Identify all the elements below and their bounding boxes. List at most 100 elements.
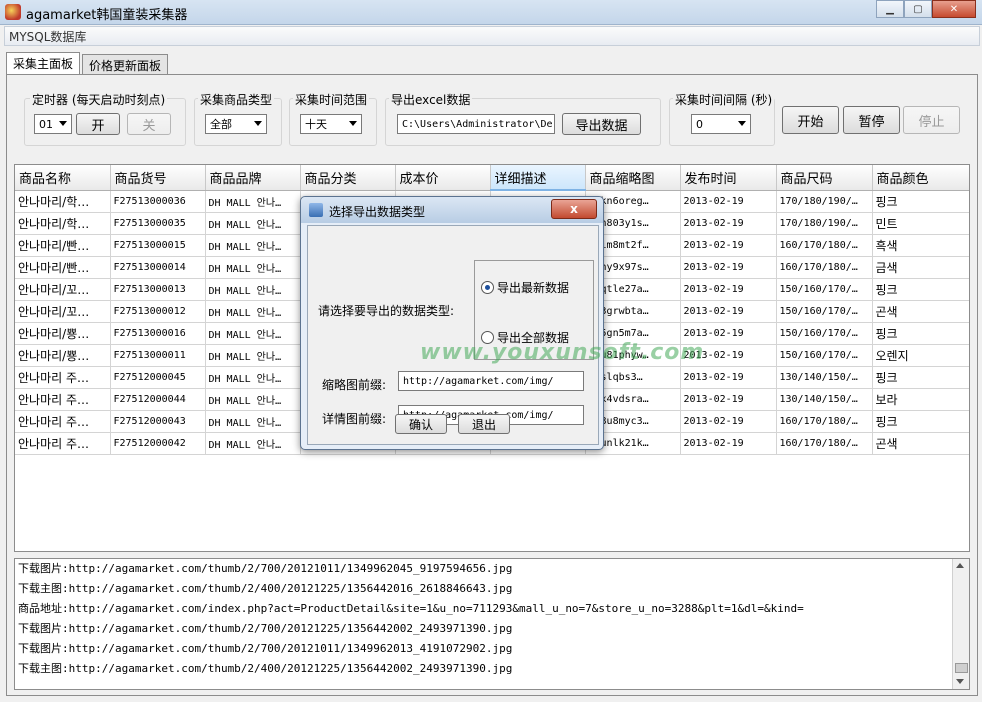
table-cell[interactable]: 150/160/170/… bbox=[776, 278, 873, 301]
menu-mysql-database[interactable]: MYSQL数据库 bbox=[9, 28, 86, 45]
thumb-prefix-input[interactable]: http://agamarket.com/img/ bbox=[398, 371, 584, 391]
timer-open-button[interactable]: 开 bbox=[76, 113, 120, 135]
table-cell[interactable]: 안나마리 주… bbox=[15, 432, 111, 455]
log-scrollbar[interactable] bbox=[952, 559, 969, 689]
table-cell[interactable]: DH MALL 안나… bbox=[205, 300, 301, 323]
table-cell[interactable]: F27513000016 bbox=[110, 322, 206, 345]
table-cell[interactable]: 150/160/170/… bbox=[776, 344, 873, 367]
column-header[interactable]: 商品货号 bbox=[110, 165, 206, 191]
table-cell[interactable]: DH MALL 안나… bbox=[205, 256, 301, 279]
table-cell[interactable]: 안나마리/뿅… bbox=[15, 322, 111, 345]
table-cell[interactable]: 안나마리 주… bbox=[15, 366, 111, 389]
start-button[interactable]: 开始 bbox=[782, 106, 839, 134]
timer-close-button[interactable]: 关 bbox=[127, 113, 171, 135]
stop-button[interactable]: 停止 bbox=[903, 106, 960, 134]
column-header[interactable]: 详细描述 bbox=[490, 165, 586, 191]
scroll-up-icon[interactable] bbox=[956, 563, 964, 568]
column-header[interactable]: 商品颜色 bbox=[872, 165, 969, 191]
table-cell[interactable]: DH MALL 안나… bbox=[205, 388, 301, 411]
table-cell[interactable]: 핑크 bbox=[872, 410, 969, 433]
table-cell[interactable]: F27512000042 bbox=[110, 432, 206, 455]
table-cell[interactable]: F27513000036 bbox=[110, 190, 206, 213]
table-cell[interactable]: 핑크 bbox=[872, 322, 969, 345]
table-cell[interactable]: 2013-02-19 bbox=[680, 212, 777, 235]
table-cell[interactable]: 곤색 bbox=[872, 432, 969, 455]
column-header[interactable]: 商品尺码 bbox=[776, 165, 873, 191]
table-cell[interactable]: F27512000045 bbox=[110, 366, 206, 389]
close-button[interactable]: ✕ bbox=[932, 0, 976, 18]
log-output[interactable]: 下载图片:http://agamarket.com/thumb/2/700/20… bbox=[14, 558, 970, 690]
timer-hour-select[interactable]: 01 bbox=[34, 114, 72, 134]
pause-button[interactable]: 暂停 bbox=[843, 106, 900, 134]
table-cell[interactable]: 160/170/180/… bbox=[776, 234, 873, 257]
table-cell[interactable]: DH MALL 안나… bbox=[205, 366, 301, 389]
table-cell[interactable]: F27513000015 bbox=[110, 234, 206, 257]
table-cell[interactable]: 오렌지 bbox=[872, 344, 969, 367]
table-cell[interactable]: DH MALL 안나… bbox=[205, 190, 301, 213]
table-cell[interactable]: 금색 bbox=[872, 256, 969, 279]
table-cell[interactable]: 170/180/190/… bbox=[776, 212, 873, 235]
table-cell[interactable]: DH MALL 안나… bbox=[205, 322, 301, 345]
table-cell[interactable]: 2013-02-19 bbox=[680, 300, 777, 323]
table-cell[interactable]: F27513000014 bbox=[110, 256, 206, 279]
dialog-ok-button[interactable]: 确认 bbox=[395, 414, 447, 434]
table-cell[interactable]: 안나마리 주… bbox=[15, 388, 111, 411]
table-cell[interactable]: DH MALL 안나… bbox=[205, 410, 301, 433]
table-cell[interactable]: 160/170/180/… bbox=[776, 256, 873, 279]
interval-select[interactable]: 0 bbox=[691, 114, 751, 134]
column-header[interactable]: 成本价 bbox=[395, 165, 491, 191]
export-data-button[interactable]: 导出数据 bbox=[562, 113, 641, 135]
column-header[interactable]: 商品名称 bbox=[15, 165, 111, 191]
product-type-select[interactable]: 全部 bbox=[205, 114, 267, 134]
table-cell[interactable]: 민트 bbox=[872, 212, 969, 235]
table-cell[interactable]: F27512000043 bbox=[110, 410, 206, 433]
option-latest-label[interactable]: 导出最新数据 bbox=[497, 279, 569, 296]
table-cell[interactable]: 2013-02-19 bbox=[680, 278, 777, 301]
radio-latest[interactable] bbox=[481, 281, 494, 294]
table-cell[interactable]: F27513000011 bbox=[110, 344, 206, 367]
table-cell[interactable]: 2013-02-19 bbox=[680, 432, 777, 455]
table-cell[interactable]: 핑크 bbox=[872, 190, 969, 213]
table-cell[interactable]: DH MALL 안나… bbox=[205, 344, 301, 367]
column-header[interactable]: 发布时间 bbox=[680, 165, 777, 191]
table-cell[interactable]: 안나마리/학… bbox=[15, 212, 111, 235]
table-cell[interactable]: 안나마리/빤… bbox=[15, 234, 111, 257]
table-cell[interactable]: 보라 bbox=[872, 388, 969, 411]
table-cell[interactable]: 안나마리/꼬… bbox=[15, 278, 111, 301]
table-cell[interactable]: 2013-02-19 bbox=[680, 366, 777, 389]
export-path-input[interactable]: C:\Users\Administrator\De bbox=[397, 114, 555, 134]
table-cell[interactable]: 안나마리/빤… bbox=[15, 256, 111, 279]
table-cell[interactable]: F27513000013 bbox=[110, 278, 206, 301]
table-cell[interactable]: 2013-02-19 bbox=[680, 256, 777, 279]
table-cell[interactable]: 안나마리/학… bbox=[15, 190, 111, 213]
table-cell[interactable]: DH MALL 안나… bbox=[205, 212, 301, 235]
scroll-thumb[interactable] bbox=[955, 663, 968, 673]
table-cell[interactable]: F27513000012 bbox=[110, 300, 206, 323]
table-cell[interactable]: 안나마리/뿅… bbox=[15, 344, 111, 367]
table-cell[interactable]: 핑크 bbox=[872, 366, 969, 389]
maximize-button[interactable]: ▢ bbox=[904, 0, 932, 18]
table-cell[interactable]: 곤색 bbox=[872, 300, 969, 323]
table-cell[interactable]: 170/180/190/… bbox=[776, 190, 873, 213]
scroll-down-icon[interactable] bbox=[956, 679, 964, 684]
table-cell[interactable]: DH MALL 안나… bbox=[205, 234, 301, 257]
dialog-exit-button[interactable]: 退出 bbox=[458, 414, 510, 434]
table-cell[interactable]: 2013-02-19 bbox=[680, 190, 777, 213]
column-header[interactable]: 商品分类 bbox=[300, 165, 396, 191]
table-cell[interactable]: F27512000044 bbox=[110, 388, 206, 411]
table-cell[interactable]: 160/170/180/… bbox=[776, 432, 873, 455]
table-cell[interactable]: F27513000035 bbox=[110, 212, 206, 235]
table-cell[interactable]: 2013-02-19 bbox=[680, 388, 777, 411]
column-header[interactable]: 商品缩略图 bbox=[585, 165, 681, 191]
table-cell[interactable]: 안나마리 주… bbox=[15, 410, 111, 433]
table-cell[interactable]: 2013-02-19 bbox=[680, 410, 777, 433]
table-cell[interactable]: DH MALL 안나… bbox=[205, 278, 301, 301]
table-cell[interactable]: 160/170/180/… bbox=[776, 410, 873, 433]
table-cell[interactable]: 핑크 bbox=[872, 278, 969, 301]
column-header[interactable]: 商品品牌 bbox=[205, 165, 301, 191]
time-range-select[interactable]: 十天 bbox=[300, 114, 362, 134]
table-cell[interactable]: 150/160/170/… bbox=[776, 300, 873, 323]
table-cell[interactable]: 흑색 bbox=[872, 234, 969, 257]
tab-price-update[interactable]: 价格更新面板 bbox=[82, 54, 169, 75]
table-cell[interactable]: 130/140/150/… bbox=[776, 366, 873, 389]
